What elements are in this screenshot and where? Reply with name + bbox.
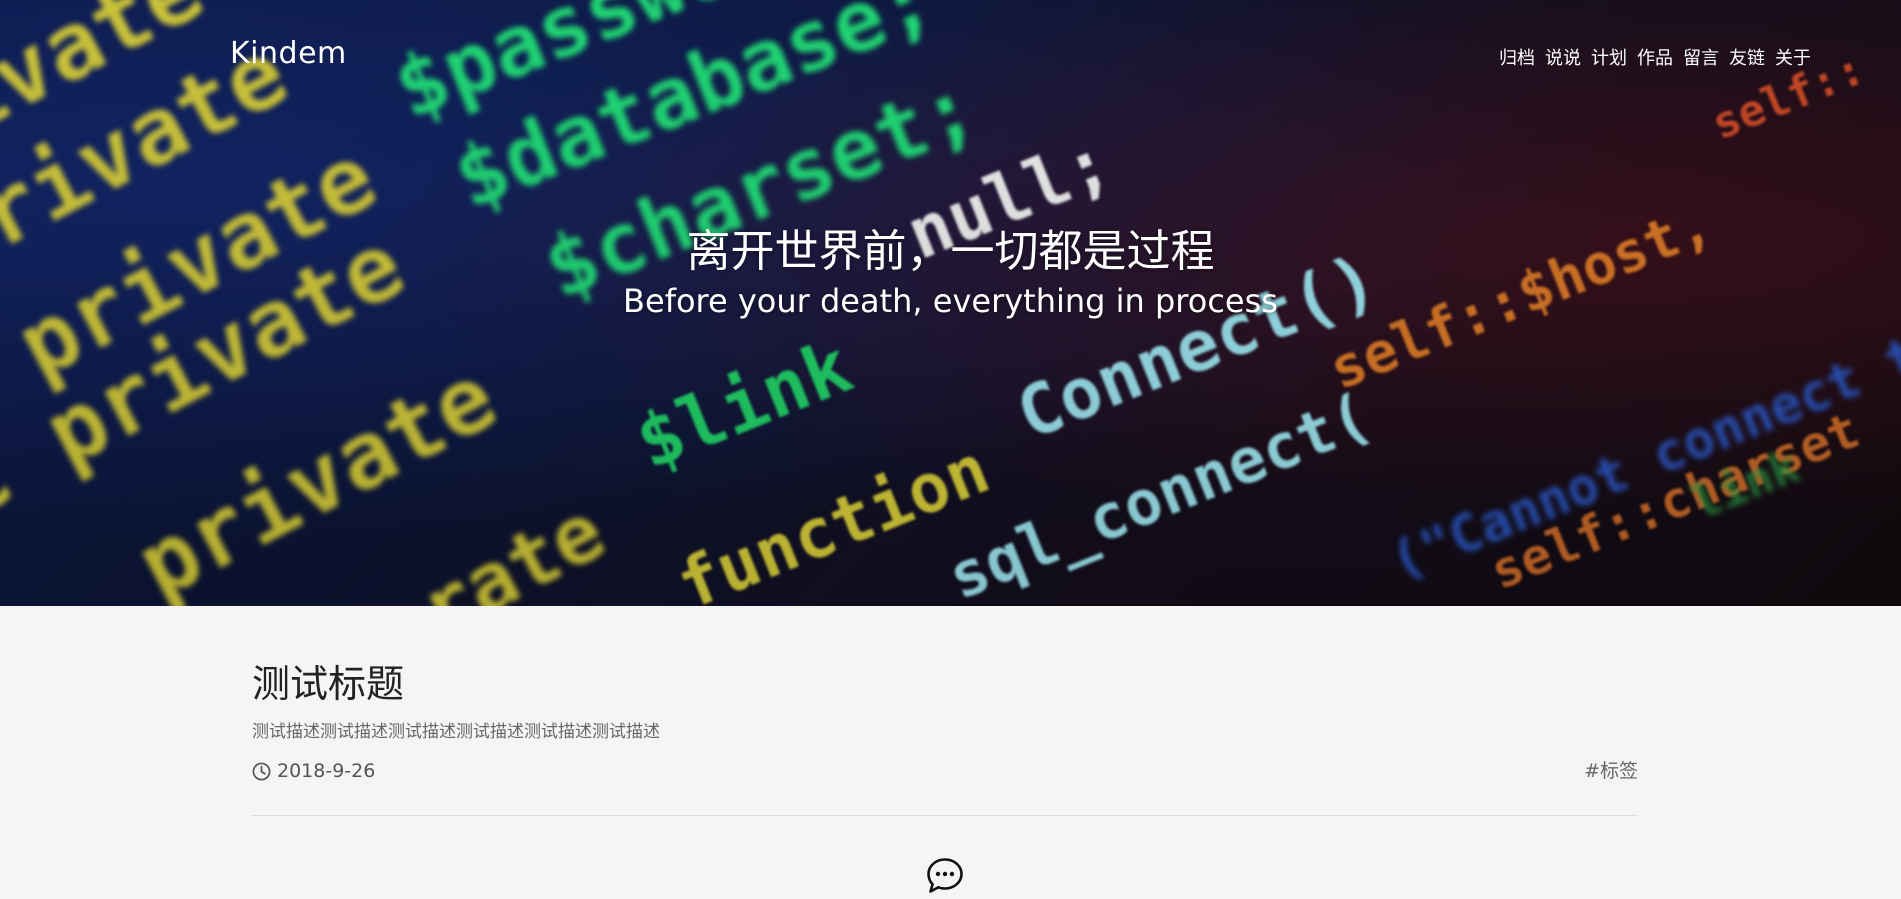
post-divider xyxy=(252,815,1638,816)
post-date: 2018-9-26 xyxy=(252,758,375,784)
nav-item-moments[interactable]: 说说 xyxy=(1545,44,1581,70)
nav-item-works[interactable]: 作品 xyxy=(1637,44,1673,70)
hero-subtitle: Before your death, everything in process xyxy=(623,282,1278,320)
nav-item-archive[interactable]: 归档 xyxy=(1499,44,1535,70)
comment-icon[interactable] xyxy=(925,856,965,896)
hero-title: 离开世界前，一切都是过程 xyxy=(686,226,1215,277)
nav-item-about[interactable]: 关于 xyxy=(1775,44,1811,70)
post-description: 测试描述测试描述测试描述测试描述测试描述测试描述 xyxy=(252,722,660,742)
clock-icon xyxy=(252,762,271,780)
hero-text: 离开世界前，一切都是过程 Before your death, everythi… xyxy=(0,223,1901,321)
post-card: 测试标题 测试描述测试描述测试描述测试描述测试描述测试描述 2018-9-26 … xyxy=(252,660,1638,784)
nav-item-plans[interactable]: 计划 xyxy=(1591,44,1627,70)
nav-item-guestbook[interactable]: 留言 xyxy=(1683,44,1719,70)
main-nav: 归档 说说 计划 作品 留言 友链 关于 xyxy=(1499,44,1811,70)
post-meta: 2018-9-26 #标签 xyxy=(252,758,1638,784)
post-date-text: 2018-9-26 xyxy=(277,760,376,782)
site-brand-logo[interactable]: Kindem xyxy=(230,36,347,71)
nav-item-friend-links[interactable]: 友链 xyxy=(1729,44,1765,70)
post-tag[interactable]: #标签 xyxy=(1584,758,1638,784)
post-title[interactable]: 测试标题 xyxy=(252,660,1638,708)
hero-banner: ivate rivate private c private private r… xyxy=(0,0,1901,606)
